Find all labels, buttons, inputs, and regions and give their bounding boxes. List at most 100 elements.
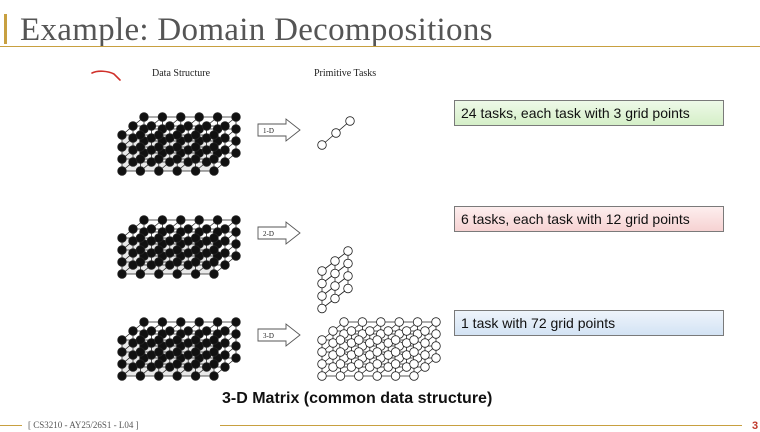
- data-cube-3-node: [157, 317, 168, 327]
- data-cube-1-node: [117, 154, 127, 164]
- data-cube-3-node: [220, 326, 230, 336]
- primitive-task-3d-node: [390, 371, 401, 381]
- data-cube-1-node: [190, 130, 201, 140]
- data-cube-3-node: [209, 347, 219, 357]
- primitive-task-3d: [317, 317, 441, 381]
- data-cube-2-node: [154, 269, 164, 279]
- data-cube-3-node: [194, 317, 204, 327]
- primitive-task-3d-node: [335, 371, 346, 381]
- data-cube-1-node: [146, 121, 157, 131]
- data-cube-2-node: [172, 269, 182, 279]
- data-cube-2-node: [190, 269, 201, 279]
- primitive-task-3d-node: [372, 335, 382, 345]
- data-cube-1-node: [154, 130, 164, 140]
- row3-description-box: 1 task with 72 grid points: [454, 310, 724, 336]
- data-cube-3-node: [220, 350, 230, 360]
- primitive-task-3d-node: [409, 359, 419, 369]
- data-cube-2-node: [190, 233, 201, 243]
- decomposition-arrow-3: 3-D: [257, 323, 301, 347]
- primitive-task-3d-node: [317, 347, 327, 357]
- data-cube-3-node: [146, 326, 157, 336]
- decomposition-arrow-2: 2-D: [257, 221, 301, 245]
- data-cube-1-node: [220, 145, 230, 155]
- row2-description-box: 6 tasks, each task with 12 grid points: [454, 206, 724, 232]
- data-cube-3-node: [209, 359, 219, 369]
- primitive-task-2d-node: [330, 268, 340, 279]
- primitive-task-3d-node: [390, 359, 401, 369]
- primitive-task-2d-node: [330, 281, 340, 291]
- data-cube-1-node: [165, 121, 175, 131]
- primitive-task-1d-node: [331, 128, 341, 138]
- data-cube-1-node: [212, 112, 223, 122]
- data-cube-3-node: [220, 362, 230, 372]
- data-cube-2-node: [117, 257, 127, 267]
- data-cube-1-node: [172, 130, 182, 140]
- data-cube-2-node: [172, 245, 182, 255]
- data-cube-1-node: [117, 142, 127, 152]
- primitive-task-3d-node: [431, 329, 441, 339]
- data-cube-3-node: [135, 335, 146, 345]
- data-cube-3-node: [176, 317, 186, 327]
- data-cube-1-node: [117, 130, 127, 140]
- data-cube-2-node: [190, 245, 201, 255]
- data-cube-2-node: [157, 215, 168, 225]
- data-cube-1-node: [135, 142, 146, 152]
- primitive-task-3d-node: [409, 371, 419, 381]
- data-cube-1-node: [172, 154, 182, 164]
- primitive-task-3d-node: [376, 317, 386, 327]
- data-cube-2-node: [117, 245, 127, 255]
- data-cube-2-node: [128, 224, 138, 234]
- arrow-label-2: 2-D: [263, 230, 274, 238]
- data-cube-3-node: [220, 338, 230, 348]
- data-cube-3-node: [135, 347, 146, 357]
- data-cube-1-node: [190, 154, 201, 164]
- data-cube-1: [117, 112, 241, 176]
- data-cube-2-node: [209, 233, 219, 243]
- data-cube-2-node: [176, 215, 186, 225]
- primitive-task-3d-node: [420, 350, 430, 360]
- arrow-label-3: 3-D: [263, 332, 274, 340]
- primitive-task-3d-node: [354, 359, 364, 369]
- data-cube-3-node: [190, 359, 201, 369]
- primitive-task-3d-node: [335, 359, 346, 369]
- primitive-task-3d-node: [420, 362, 430, 372]
- data-cube-2-node: [209, 245, 219, 255]
- data-cube-2-node: [231, 215, 241, 225]
- data-cube-2-node: [220, 224, 230, 234]
- data-cube-1-node: [154, 166, 164, 176]
- primitive-task-2d-node: [343, 271, 353, 281]
- data-cube-2-node: [231, 251, 241, 261]
- primitive-task-3d-node: [431, 317, 441, 327]
- footer-line-left: [0, 425, 22, 426]
- primitive-task-3d-node: [328, 326, 338, 336]
- data-cube-1-node: [220, 157, 230, 167]
- data-cube-1-node: [135, 166, 146, 176]
- primitive-task-3d-node: [346, 326, 357, 336]
- data-cube-2-node: [135, 245, 146, 255]
- data-cube-2-node: [220, 260, 230, 270]
- data-cube-2: [117, 215, 241, 279]
- data-cube-3-node: [231, 353, 241, 363]
- data-cube-3-node: [172, 335, 182, 345]
- data-cube-3-node: [135, 371, 146, 381]
- data-cube-3-node: [190, 335, 201, 345]
- primitive-task-2d-node: [343, 283, 353, 294]
- data-cube-1-node: [231, 124, 241, 134]
- data-cube-2-node: [220, 236, 230, 246]
- data-cube-3-node: [117, 335, 127, 345]
- decomposition-arrow-1: 1-D: [257, 118, 301, 142]
- data-cube-2-node: [117, 269, 127, 279]
- data-cube-3-node: [231, 341, 241, 351]
- primitive-task-3d-node: [409, 347, 419, 357]
- data-cube-2-node: [201, 224, 212, 234]
- primitive-task-3d-node: [390, 347, 401, 357]
- row1-description-box: 24 tasks, each task with 3 grid points: [454, 100, 724, 126]
- primitive-task-3d-node: [335, 335, 346, 345]
- data-cube-3-node: [209, 335, 219, 345]
- data-cube-2-node: [117, 233, 127, 243]
- data-cube-2-node: [154, 245, 164, 255]
- data-cube-2-node: [231, 239, 241, 249]
- annotation-mark: [91, 70, 121, 81]
- data-cube-2-node: [190, 257, 201, 267]
- primitive-task-3d-node: [383, 326, 393, 336]
